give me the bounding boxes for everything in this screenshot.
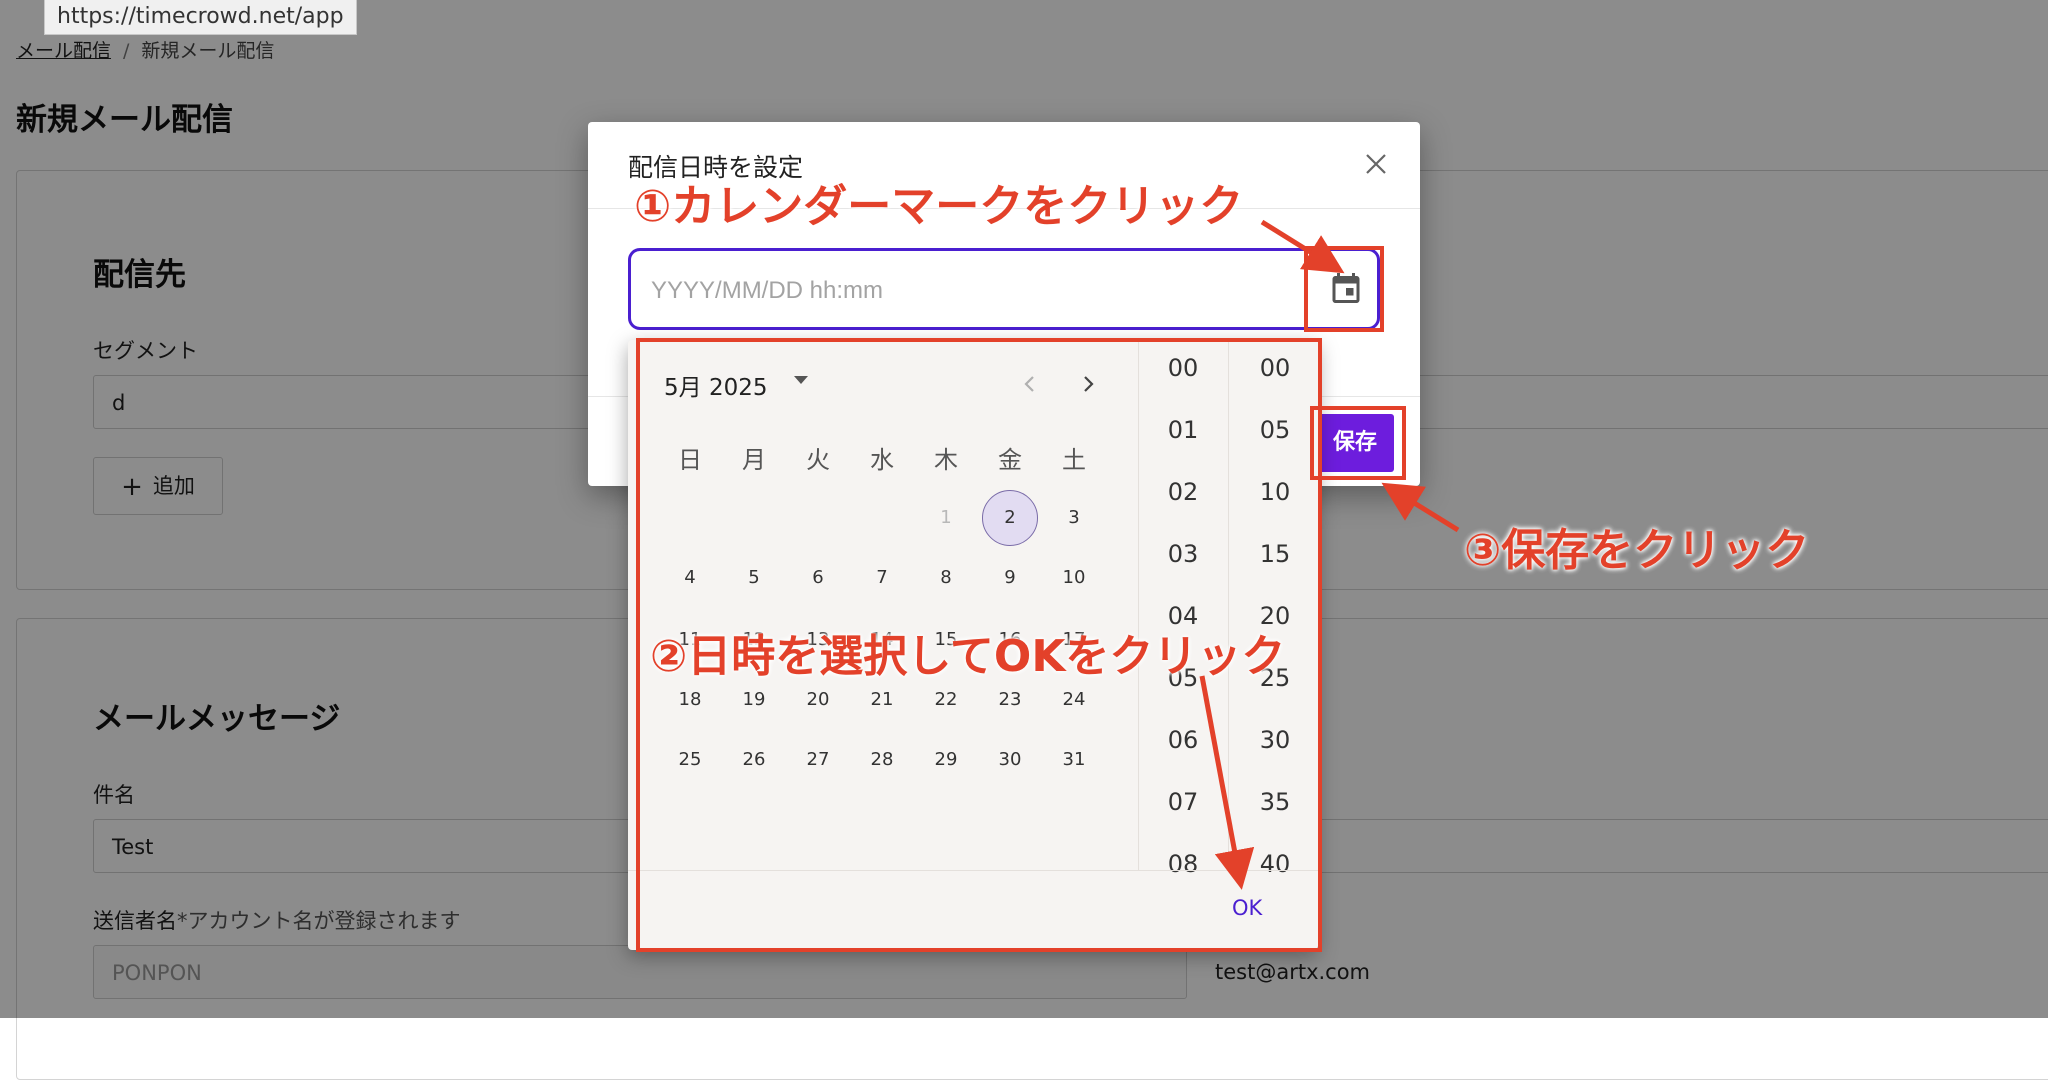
arrow-to-calendar: [1260, 219, 1345, 274]
arrow-to-ok: [1199, 675, 1255, 890]
annotation-arrows: [1199, 219, 1460, 890]
arrow-to-save: [1381, 482, 1460, 533]
url-tooltip: https://timecrowd.net/app: [44, 0, 357, 35]
